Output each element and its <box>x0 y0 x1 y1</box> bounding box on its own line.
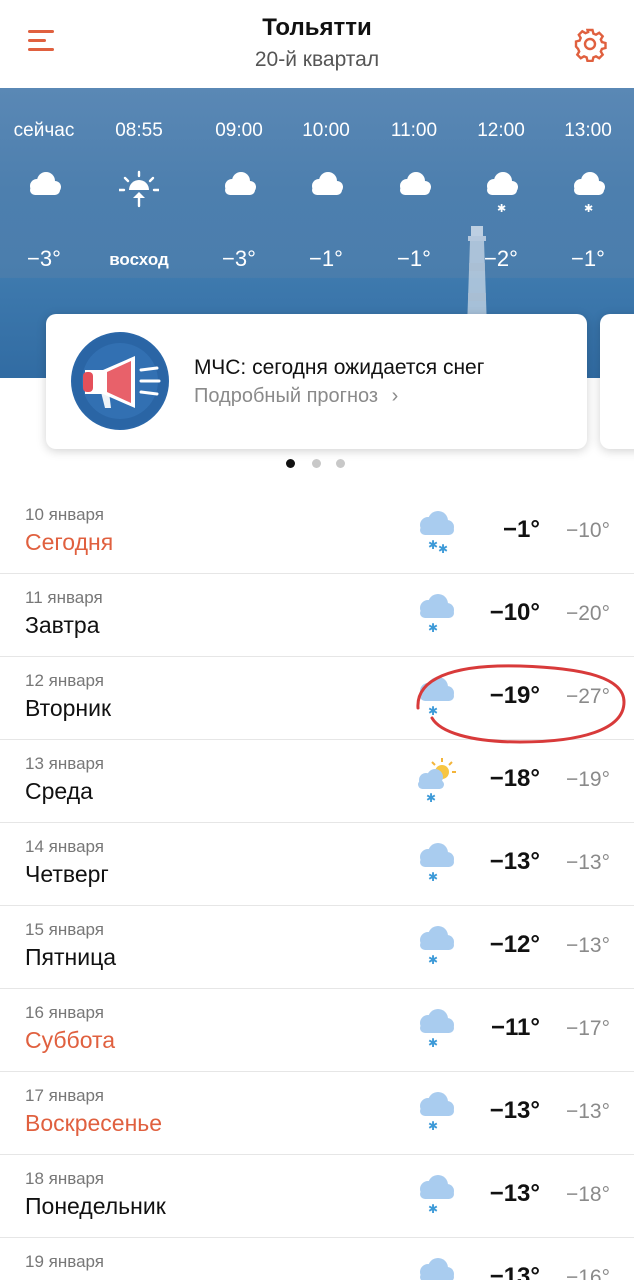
day-row[interactable]: 14 января Четверг ✱ −13° −13° <box>0 823 634 906</box>
day-temp-max: −18° <box>489 765 540 792</box>
day-date: 16 января <box>25 1003 104 1022</box>
day-row[interactable]: 12 января Вторник ✱ −19° −27° <box>0 657 634 740</box>
day-temp-min: −27° <box>565 685 610 708</box>
hour-temp: −3° <box>27 246 61 271</box>
day-date: 17 января <box>25 1086 104 1105</box>
hour-time: 13:00 <box>564 120 612 141</box>
day-row[interactable]: 16 января Суббота ✱ −11° −17° <box>0 989 634 1072</box>
cloud-snow-icon: ✱ <box>568 168 608 218</box>
day-date: 13 января <box>25 754 104 773</box>
day-name: Сегодня <box>25 529 114 555</box>
next-card-peek[interactable] <box>600 314 634 449</box>
day-temp-max: −1° <box>503 516 540 543</box>
gear-icon <box>574 28 607 63</box>
hour-temp: −1° <box>397 246 431 271</box>
chevron-right-icon: › <box>391 385 399 407</box>
day-row[interactable]: 15 января Пятница ✱ −12° −13° <box>0 906 634 989</box>
hour-time: сейчас <box>13 120 75 141</box>
svg-text:✱: ✱ <box>428 870 438 884</box>
day-name: Суббота <box>25 1027 116 1053</box>
day-name: Пятница <box>25 944 117 970</box>
alert-more-link[interactable]: Подробный прогноз › <box>194 385 398 408</box>
day-temp-min: −19° <box>565 768 610 791</box>
city-title[interactable]: Тольятти <box>0 14 634 42</box>
hour-temp: −1° <box>571 246 605 271</box>
day-date: 14 января <box>25 837 104 856</box>
svg-text:✱: ✱ <box>428 1036 438 1050</box>
day-name: Вторник <box>25 695 112 721</box>
carousel-dots <box>286 459 356 469</box>
day-date: 15 января <box>25 920 104 939</box>
day-row[interactable]: 18 января Понедельник ✱ −13° −18° <box>0 1155 634 1238</box>
hour-temp: −1° <box>309 246 343 271</box>
day-temp-min: −10° <box>565 519 610 542</box>
day-temp-max: −13° <box>489 1263 540 1280</box>
cloud-snow-icon: ✱ <box>481 168 521 218</box>
day-date: 10 января <box>25 505 104 524</box>
hour-temp: −3° <box>222 246 256 271</box>
cloud-icon <box>219 168 259 218</box>
alert-card[interactable]: МЧС: сегодня ожидается снег Подробный пр… <box>46 314 587 449</box>
svg-text:✱: ✱ <box>584 202 593 215</box>
day-temp-max: −19° <box>489 682 540 709</box>
day-temp-min: −17° <box>565 1017 610 1040</box>
carousel-dot[interactable] <box>336 459 345 468</box>
hour-temp: восход <box>109 250 169 269</box>
svg-text:✱: ✱ <box>497 202 506 215</box>
hour-time: 08:55 <box>115 120 163 141</box>
day-temp-max: −12° <box>489 931 540 958</box>
day-temp-max: −10° <box>489 599 540 626</box>
day-row[interactable]: 11 января Завтра ✱ −10° −20° <box>0 574 634 657</box>
day-row[interactable]: 10 января Сегодня ✱ ✱ −1° −10° <box>0 491 634 574</box>
day-row[interactable]: 17 января Воскресенье ✱ −13° −13° <box>0 1072 634 1155</box>
day-temp-min: −18° <box>565 1183 610 1206</box>
cloud-icon <box>24 168 64 218</box>
sunrise-icon <box>117 168 161 218</box>
svg-text:✱: ✱ <box>428 621 438 635</box>
day-name: Завтра <box>25 612 100 638</box>
day-temp-min: −13° <box>565 934 610 957</box>
hour-temp: −2° <box>484 246 518 271</box>
settings-button[interactable] <box>572 26 608 63</box>
day-date: 12 января <box>25 671 104 690</box>
alert-title: МЧС: сегодня ожидается снег <box>194 356 485 379</box>
svg-text:✱: ✱ <box>426 791 436 805</box>
svg-text:✱: ✱ <box>428 538 438 552</box>
hour-time: 11:00 <box>390 120 438 141</box>
lighthouse-illustration <box>467 226 487 328</box>
day-temp-max: −13° <box>489 1180 540 1207</box>
carousel-dot[interactable] <box>286 459 295 468</box>
carousel-dot[interactable] <box>312 459 321 468</box>
district-subtitle[interactable]: 20-й квартал <box>0 48 634 72</box>
hour-time: 09:00 <box>215 120 263 141</box>
day-temp-min: −16° <box>565 1266 610 1280</box>
day-temp-min: −20° <box>565 602 610 625</box>
day-name: Среда <box>25 778 93 804</box>
svg-text:✱: ✱ <box>428 704 438 718</box>
cloud-icon <box>306 168 346 218</box>
cloud-icon <box>394 168 434 218</box>
svg-text:✱: ✱ <box>428 953 438 967</box>
day-name: Воскресенье <box>25 1110 163 1136</box>
day-row[interactable]: 13 января Среда ✱ −18° −19° <box>0 740 634 823</box>
day-temp-max: −11° <box>491 1014 540 1041</box>
hour-time: 10:00 <box>302 120 350 141</box>
day-row[interactable]: 19 января✱−13°−16° <box>0 1238 634 1280</box>
day-date: 18 января <box>25 1169 104 1188</box>
day-date: 11 января <box>25 588 103 607</box>
svg-text:✱: ✱ <box>428 1119 438 1133</box>
day-date: 19 января <box>25 1252 104 1271</box>
day-name: Понедельник <box>25 1193 166 1219</box>
day-temp-min: −13° <box>565 851 610 874</box>
day-temp-max: −13° <box>489 848 540 875</box>
day-temp-min: −13° <box>565 1100 610 1123</box>
svg-text:✱: ✱ <box>438 542 448 556</box>
svg-text:✱: ✱ <box>428 1202 438 1216</box>
day-temp-max: −13° <box>489 1097 540 1124</box>
hour-time: 12:00 <box>477 120 525 141</box>
day-name: Четверг <box>25 861 109 887</box>
megaphone-icon <box>71 332 169 430</box>
app-header: Тольятти 20-й квартал <box>0 0 634 88</box>
